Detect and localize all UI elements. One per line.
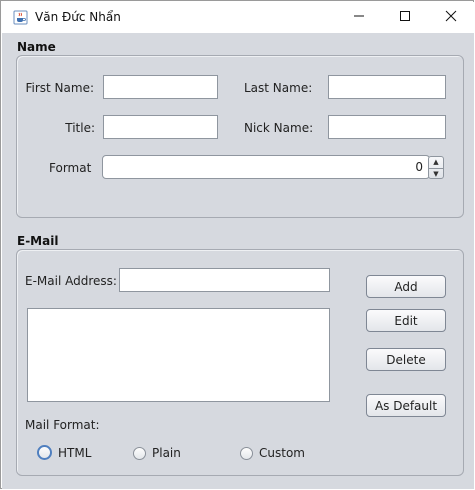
edit-button[interactable]: Edit	[366, 309, 446, 332]
radio-custom[interactable]: Custom	[240, 446, 305, 460]
close-icon	[445, 10, 457, 25]
java-cup-icon	[13, 10, 28, 25]
radio-html-label: HTML	[58, 445, 92, 460]
content-panel: Name First Name: Last Name: Title: Nick …	[2, 33, 474, 489]
maximize-button[interactable]	[382, 2, 428, 33]
as-default-button[interactable]: As Default	[366, 394, 446, 417]
mail-format-label: Mail Format:	[25, 418, 100, 432]
title-label: Title:	[65, 121, 95, 135]
title-bar[interactable]: Văn Đức Nhẩn	[2, 2, 474, 33]
minimize-icon	[353, 10, 365, 25]
title-field[interactable]	[103, 115, 218, 139]
radio-html[interactable]: HTML	[37, 445, 91, 460]
email-address-field[interactable]	[119, 268, 330, 292]
last-name-label: Last Name:	[244, 81, 313, 95]
format-label: Format	[49, 161, 92, 175]
radio-custom-label: Custom	[259, 446, 305, 460]
add-button[interactable]: Add	[366, 275, 446, 298]
first-name-field[interactable]	[103, 75, 218, 99]
radio-custom-indicator	[240, 446, 253, 460]
name-section-title: Name	[17, 40, 56, 54]
first-name-label: First Name:	[25, 81, 94, 95]
app-window: Văn Đức Nhẩn Name First Name: Last Name:…	[0, 0, 474, 489]
radio-plain-label: Plain	[152, 446, 181, 460]
spinner-down-button[interactable]: ▼	[429, 169, 443, 180]
nick-name-field[interactable]	[328, 115, 446, 139]
last-name-field[interactable]	[328, 75, 446, 99]
format-value: 0	[415, 160, 423, 174]
spinner-up-button[interactable]: ▲	[429, 157, 443, 169]
nick-name-label: Nick Name:	[244, 121, 314, 135]
radio-plain[interactable]: Plain	[133, 446, 181, 460]
chevron-up-icon: ▲	[433, 158, 439, 166]
format-spinner-buttons[interactable]: ▲ ▼	[428, 156, 444, 179]
delete-button[interactable]: Delete	[366, 348, 446, 371]
minimize-button[interactable]	[336, 2, 382, 33]
email-address-label: E-Mail Address:	[25, 274, 117, 288]
email-list[interactable]	[27, 308, 330, 402]
radio-html-indicator	[37, 445, 52, 460]
radio-plain-indicator	[133, 446, 146, 460]
window-title: Văn Đức Nhẩn	[35, 10, 121, 24]
chevron-down-icon: ▼	[433, 170, 439, 178]
email-section-title: E-Mail	[17, 234, 59, 248]
maximize-icon	[399, 10, 411, 25]
close-button[interactable]	[428, 2, 474, 33]
format-spinner-field[interactable]: 0	[102, 155, 430, 179]
